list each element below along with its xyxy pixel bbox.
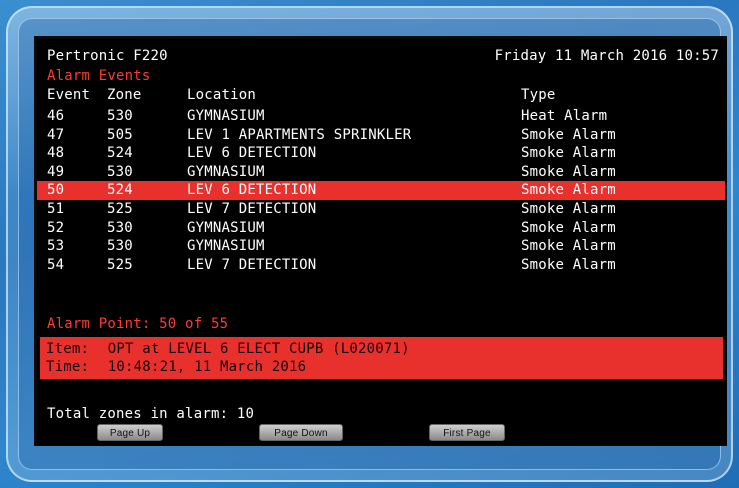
event-row[interactable]: 47 505 LEV 1 APARTMENTS SPRINKLER Smoke … (37, 126, 725, 145)
event-row[interactable]: 49 530 GYMNASIUM Smoke Alarm (37, 163, 725, 182)
detail-time-label: Time: (46, 359, 90, 375)
event-row[interactable]: 54 525 LEV 7 DETECTION Smoke Alarm (37, 256, 725, 275)
column-header-type: Type (521, 87, 556, 103)
detail-item-line: Item: OPT at LEVEL 6 ELECT CUPB (L020071… (46, 340, 410, 358)
event-row-selected[interactable]: 50 524 LEV 6 DETECTION Smoke Alarm (37, 181, 725, 200)
column-headers: Event Zone Location Type (37, 86, 725, 104)
event-row[interactable]: 51 525 LEV 7 DETECTION Smoke Alarm (37, 200, 725, 219)
column-header-location: Location (187, 87, 257, 103)
column-header-zone: Zone (107, 87, 142, 103)
page-up-button[interactable]: Page Up (97, 424, 163, 441)
screen-header: Pertronic F220 Friday 11 March 2016 10:5… (37, 47, 725, 65)
column-header-event: Event (47, 87, 91, 103)
first-page-button[interactable]: First Page (429, 424, 505, 441)
detail-item-value: OPT at LEVEL 6 ELECT CUPB (L020071) (107, 341, 410, 357)
event-row[interactable]: 53 530 GYMNASIUM Smoke Alarm (37, 237, 725, 256)
detail-item-label: Item: (46, 341, 90, 357)
detail-time-line: Time: 10:48:21, 11 March 2016 (46, 358, 306, 376)
panel-name: Pertronic F220 (47, 48, 168, 64)
date-time: Friday 11 March 2016 10:57 (494, 48, 719, 64)
event-row[interactable]: 52 530 GYMNASIUM Smoke Alarm (37, 219, 725, 238)
detail-time-value: 10:48:21, 11 March 2016 (107, 359, 307, 375)
event-list: 46 530 GYMNASIUM Heat Alarm 47 505 LEV 1… (37, 107, 725, 274)
event-row[interactable]: 48 524 LEV 6 DETECTION Smoke Alarm (37, 144, 725, 163)
alarm-panel-screen: Pertronic F220 Friday 11 March 2016 10:5… (34, 36, 727, 446)
page-down-button[interactable]: Page Down (259, 424, 343, 441)
alarm-detail-box: Item: OPT at LEVEL 6 ELECT CUPB (L020071… (40, 337, 723, 379)
event-row[interactable]: 46 530 GYMNASIUM Heat Alarm (37, 107, 725, 126)
